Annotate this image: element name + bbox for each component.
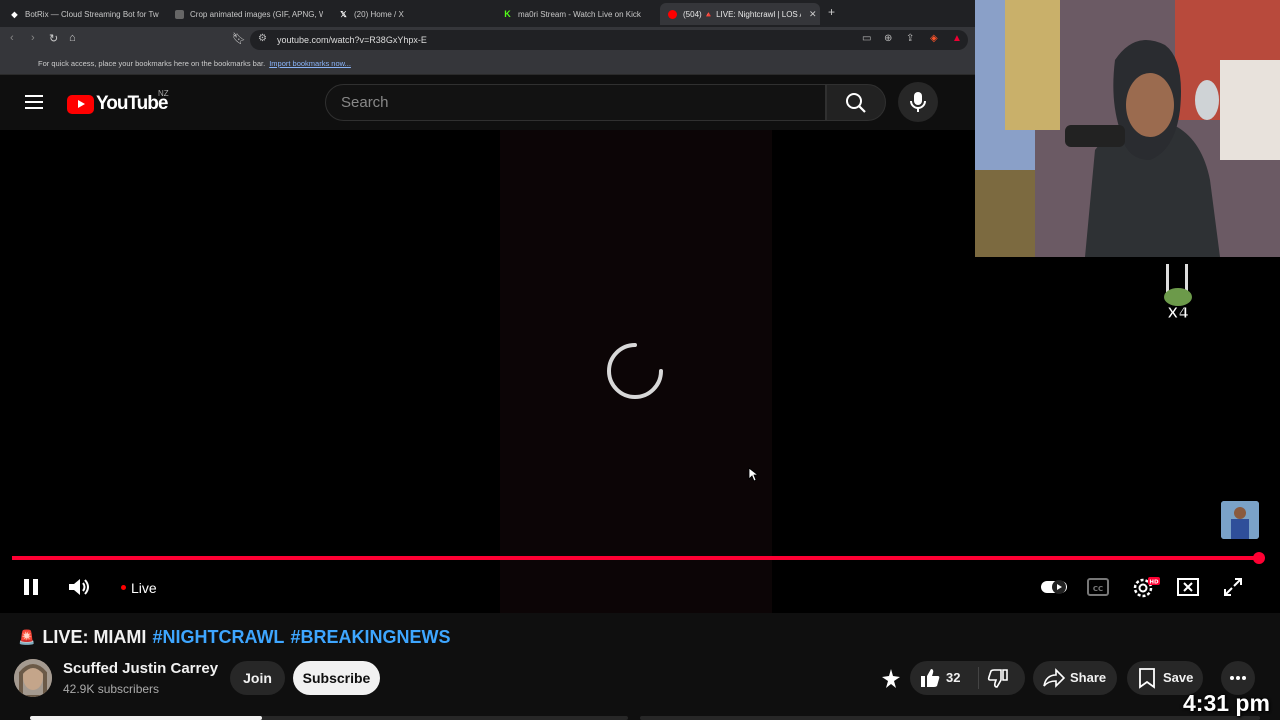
tab-x[interactable]: 𝕏 (20) Home / X bbox=[339, 3, 489, 25]
new-tab-icon[interactable]: + bbox=[828, 5, 835, 19]
autoplay-toggle-icon[interactable] bbox=[1039, 575, 1069, 599]
subscribe-button[interactable]: Subscribe bbox=[293, 661, 380, 695]
settings-gear-icon[interactable]: HD bbox=[1131, 575, 1161, 599]
cast-icon[interactable]: ▭ bbox=[862, 33, 871, 44]
dislike-icon[interactable] bbox=[987, 668, 1009, 688]
search-placeholder: Search bbox=[341, 94, 389, 111]
back-icon[interactable]: ‹ bbox=[10, 32, 14, 44]
webcam-overlay bbox=[975, 0, 1280, 257]
tab-kick[interactable]: K ma0ri Stream - Watch Live on Kick bbox=[503, 3, 653, 25]
progress-scrubber[interactable] bbox=[1253, 552, 1265, 564]
like-divider bbox=[978, 667, 979, 689]
bookmark-icon[interactable]: 🔖︎ bbox=[232, 32, 246, 45]
kick-icon: K bbox=[504, 8, 511, 19]
microphone-icon bbox=[910, 92, 926, 112]
fullscreen-icon[interactable] bbox=[1221, 575, 1245, 599]
tab-youtube-active[interactable]: (504) 🔺 LIVE: Nightcrawl | LOS A ✕ bbox=[660, 3, 820, 25]
volume-icon[interactable] bbox=[66, 575, 92, 599]
chip-bar-left bbox=[30, 716, 628, 720]
tab-label: ma0ri Stream - Watch Live on Kick bbox=[518, 9, 641, 19]
browser-tab-bar: ◆ BotRix — Cloud Streaming Bot for Tw Cr… bbox=[0, 0, 975, 27]
live-label[interactable]: Live bbox=[131, 580, 157, 596]
live-indicator-dot bbox=[121, 585, 126, 590]
miniplayer-icon[interactable] bbox=[1176, 575, 1200, 599]
stream-clock-overlay: 4:31 pm bbox=[1183, 690, 1270, 716]
reload-icon[interactable]: ↻ bbox=[49, 32, 58, 45]
subscriber-count: 42.9K subscribers bbox=[63, 682, 160, 696]
search-icon bbox=[846, 93, 866, 113]
like-count: 32 bbox=[946, 670, 961, 685]
hashtag-link[interactable]: #BREAKINGNEWS bbox=[290, 627, 450, 648]
site-info-icon[interactable]: ⚙ bbox=[258, 33, 267, 44]
rewards-icon[interactable]: ▲ bbox=[952, 33, 962, 44]
captions-icon[interactable]: CC bbox=[1086, 575, 1110, 599]
save-label[interactable]: Save bbox=[1163, 670, 1193, 685]
share-icon bbox=[1043, 668, 1065, 688]
tab-label: BotRix — Cloud Streaming Bot for Tw bbox=[25, 9, 159, 19]
save-bookmark-icon bbox=[1139, 668, 1155, 689]
search-input[interactable]: Search bbox=[325, 84, 826, 121]
forward-icon[interactable]: › bbox=[31, 32, 35, 44]
x4-badge-text: X4 bbox=[1167, 304, 1189, 322]
channel-avatar[interactable] bbox=[14, 659, 52, 697]
zoom-icon[interactable]: ⊕ bbox=[884, 33, 892, 44]
hamburger-menu-icon[interactable] bbox=[25, 95, 43, 109]
mouse-cursor-icon bbox=[748, 467, 758, 482]
video-title: 🚨 LIVE: MIAMI #NIGHTCRAWL #BREAKINGNEWS bbox=[18, 627, 450, 648]
share-label[interactable]: Share bbox=[1070, 670, 1106, 685]
progress-bar[interactable] bbox=[12, 556, 1259, 560]
title-text: LIVE: MIAMI bbox=[42, 627, 147, 647]
pause-icon[interactable] bbox=[20, 575, 42, 599]
url-text: youtube.com/watch?v=R38GxYhpx-E bbox=[277, 35, 427, 45]
share-page-icon[interactable]: ⇪ bbox=[906, 33, 914, 44]
svg-text:HD: HD bbox=[1149, 580, 1159, 586]
siren-icon: 🚨 bbox=[18, 629, 36, 645]
loading-spinner-icon bbox=[607, 343, 663, 399]
voice-search-button[interactable] bbox=[898, 82, 938, 122]
botrix-icon: ◆ bbox=[11, 9, 18, 19]
chip-bar-right bbox=[640, 716, 1260, 720]
youtube-play-icon bbox=[67, 94, 94, 114]
youtube-header: YouTube NZ Search bbox=[0, 76, 975, 130]
tab-label: (20) Home / X bbox=[354, 9, 404, 19]
logo-text: YouTube bbox=[96, 93, 168, 114]
svg-text:CC: CC bbox=[1093, 585, 1103, 593]
x-icon: 𝕏 bbox=[340, 9, 347, 19]
join-button[interactable]: Join bbox=[230, 661, 285, 695]
tab-botrix[interactable]: ◆ BotRix — Cloud Streaming Bot for Tw bbox=[10, 3, 160, 25]
tab-label: (504) 🔺 LIVE: Nightcrawl | LOS A bbox=[683, 9, 801, 19]
tab-label: Crop animated images (GIF, APNG, W bbox=[190, 9, 323, 19]
bookmarks-bar: For quick access, place your bookmarks h… bbox=[0, 53, 975, 75]
youtube-icon bbox=[668, 9, 677, 19]
home-icon[interactable]: ⌂ bbox=[69, 32, 76, 44]
address-bar-row: ‹ › ↻ ⌂ 🔖︎ youtube.com/watch?v=R38GxYhpx… bbox=[0, 27, 975, 53]
url-field[interactable]: youtube.com/watch?v=R38GxYhpx-E bbox=[250, 30, 968, 50]
import-bookmarks-link[interactable]: Import bookmarks now... bbox=[269, 59, 351, 68]
ezgif-icon bbox=[175, 9, 184, 19]
tab-ezgif[interactable]: Crop animated images (GIF, APNG, W bbox=[175, 3, 323, 25]
x4-badge-icon: X4 bbox=[1164, 264, 1192, 322]
search-button[interactable] bbox=[826, 84, 886, 121]
hashtag-link[interactable]: #NIGHTCRAWL bbox=[152, 627, 284, 648]
ask-ai-icon[interactable] bbox=[879, 667, 903, 691]
brave-shield-icon[interactable]: ◈ bbox=[930, 33, 938, 44]
bookmarks-hint: For quick access, place your bookmarks h… bbox=[38, 59, 266, 68]
like-icon[interactable] bbox=[919, 668, 941, 688]
channel-name[interactable]: Scuffed Justin Carrey bbox=[63, 660, 218, 677]
youtube-logo[interactable]: YouTube bbox=[67, 93, 168, 115]
region-code: NZ bbox=[158, 89, 169, 98]
webcam-feed bbox=[975, 0, 1280, 257]
channel-thumbnail-overlay bbox=[1221, 501, 1259, 539]
close-tab-icon[interactable]: ✕ bbox=[809, 9, 817, 20]
